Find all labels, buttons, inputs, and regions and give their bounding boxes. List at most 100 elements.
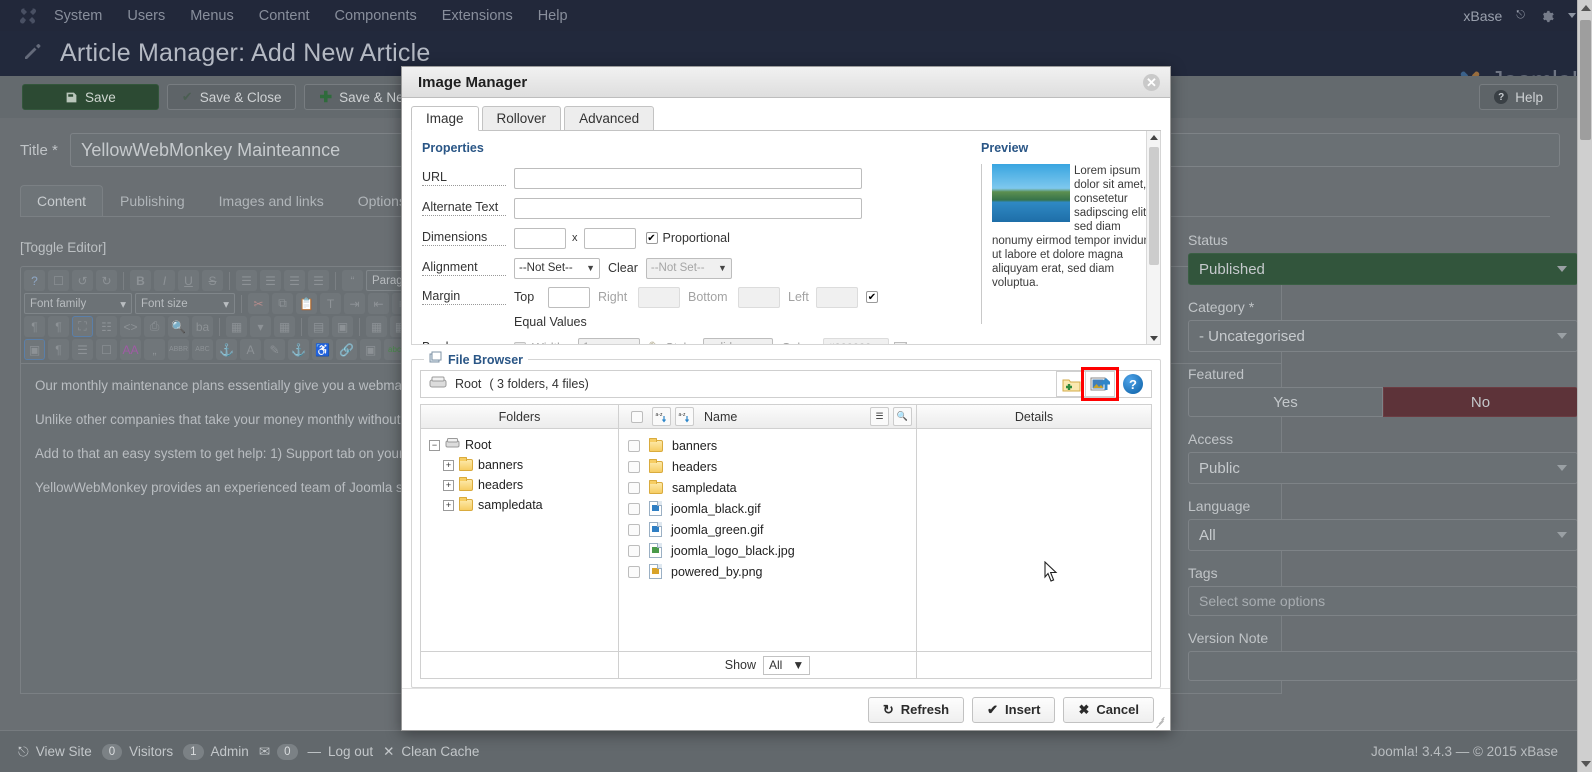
view-site-link[interactable]: ⎋ View Site xyxy=(18,744,92,760)
outdent-icon[interactable]: ⇤ xyxy=(368,293,389,314)
admin-status[interactable]: 1 Admin xyxy=(183,743,249,760)
thumbnail-view-icon[interactable]: 🔍 xyxy=(893,407,912,427)
row-checkbox[interactable] xyxy=(628,481,640,494)
path-root-label[interactable]: Root xyxy=(455,377,481,391)
row-checkbox[interactable] xyxy=(628,460,640,473)
tab-advanced[interactable]: Advanced xyxy=(564,106,655,132)
menu-item-help[interactable]: Help xyxy=(538,8,568,24)
tree-item-headers[interactable]: + headers xyxy=(421,475,618,495)
language-select[interactable]: All xyxy=(1188,519,1578,551)
align-left-icon[interactable]: ☰ xyxy=(260,270,281,291)
show-select[interactable]: All ▼ xyxy=(763,655,811,675)
font-size-select[interactable]: Font size ▾ xyxy=(135,293,235,314)
margin-bottom-input[interactable] xyxy=(738,286,780,308)
dimensions-width-input[interactable] xyxy=(514,227,566,249)
text-color-icon[interactable]: AA xyxy=(120,339,141,360)
link-icon[interactable]: 🔗 xyxy=(336,339,357,360)
margin-right-input[interactable] xyxy=(638,286,680,308)
row-checkbox[interactable] xyxy=(628,523,640,536)
alignment-select[interactable]: --Not Set-- ▼ xyxy=(514,257,600,279)
tab-image[interactable]: Image xyxy=(411,106,479,132)
paste-as-text-icon[interactable]: T xyxy=(320,293,341,314)
copy-icon[interactable]: ⧉ xyxy=(272,293,293,314)
page-scrollbar[interactable] xyxy=(1577,0,1592,772)
cut-icon[interactable]: ✂ xyxy=(248,293,269,314)
clear-select[interactable]: --Not Set-- ▼ xyxy=(645,257,732,279)
show-blocks-icon[interactable]: ▣ xyxy=(24,339,45,360)
tree-item-sampledata[interactable]: + sampledata xyxy=(421,495,618,515)
scroll-down-icon[interactable] xyxy=(1581,761,1591,767)
list-item[interactable]: joomla_green.gif xyxy=(619,519,916,540)
menu-item-system[interactable]: System xyxy=(54,8,102,24)
messages-status[interactable]: ✉ 0 xyxy=(259,743,298,760)
table-options-icon[interactable]: ▾ xyxy=(250,316,271,337)
row-checkbox[interactable] xyxy=(628,502,640,515)
scroll-up-icon[interactable] xyxy=(1581,5,1591,11)
abbreviation-icon[interactable]: ABBR xyxy=(168,339,189,360)
unlink-icon[interactable]: ♿ xyxy=(312,339,333,360)
resize-grip[interactable] xyxy=(1155,716,1167,729)
help-button[interactable]: ? Help xyxy=(1479,84,1558,110)
status-select[interactable]: Published xyxy=(1188,253,1578,285)
italic-icon[interactable]: I xyxy=(154,270,175,291)
anchor-icon[interactable]: A xyxy=(240,339,261,360)
border-colour-input[interactable]: #000000 xyxy=(823,337,890,345)
font-family-select[interactable]: Font family ▾ xyxy=(24,293,132,314)
joomla-logo-icon[interactable] xyxy=(18,6,38,26)
show-invisible-icon[interactable]: ¶ xyxy=(48,339,69,360)
close-icon[interactable]: ✕ xyxy=(1143,73,1160,91)
print-icon[interactable]: ⎙ xyxy=(144,316,165,337)
tab-rollover[interactable]: Rollover xyxy=(481,106,562,132)
site-name-label[interactable]: xBase xyxy=(1463,8,1502,24)
save-close-button[interactable]: ✔ Save & Close xyxy=(166,84,297,110)
source-code-icon[interactable]: <> xyxy=(120,316,141,337)
margin-top-input[interactable] xyxy=(548,286,590,308)
row-checkbox[interactable] xyxy=(628,439,640,452)
version-note-input[interactable] xyxy=(1188,651,1578,681)
tree-item-root[interactable]: − Root xyxy=(421,435,618,455)
ltr-icon[interactable]: ¶ xyxy=(24,316,45,337)
border-width-checkbox[interactable] xyxy=(514,342,526,345)
template-icon[interactable]: ☷ xyxy=(96,316,117,337)
tab-images-and-links[interactable]: Images and links xyxy=(202,185,341,217)
editor-help-icon[interactable]: ? xyxy=(24,270,45,291)
new-folder-icon[interactable] xyxy=(1056,371,1086,398)
scrollbar-thumb[interactable] xyxy=(1149,147,1159,266)
list-item[interactable]: banners xyxy=(619,435,916,456)
expand-icon[interactable]: + xyxy=(443,499,454,511)
border-width-select[interactable]: 1 ▼ xyxy=(578,337,640,345)
category-select[interactable]: - Uncategorised xyxy=(1188,320,1578,352)
search-replace-icon[interactable]: 🔍 xyxy=(168,316,189,337)
sort-az-icon[interactable]: a-z xyxy=(652,407,671,427)
list-item[interactable]: joomla_black.gif xyxy=(619,498,916,519)
tags-input[interactable]: Select some options xyxy=(1188,586,1578,616)
tree-item-banners[interactable]: + banners xyxy=(421,455,618,475)
quote-icon[interactable]: „ xyxy=(144,339,165,360)
page-break-icon[interactable]: ☰ xyxy=(72,339,93,360)
help-icon[interactable]: ? xyxy=(1123,374,1143,395)
table-row-props-icon[interactable]: ▤ xyxy=(308,316,329,337)
refresh-button[interactable]: ↻ Refresh xyxy=(867,696,965,723)
menu-item-users[interactable]: Users xyxy=(127,8,165,24)
align-center-icon[interactable]: ☰ xyxy=(284,270,305,291)
collapse-icon[interactable]: − xyxy=(429,439,440,451)
edit-table-icon[interactable]: ▦ xyxy=(226,316,247,337)
insert-button[interactable]: ✔ Insert xyxy=(972,696,1056,723)
insert-edit-icon[interactable]: ✎ xyxy=(264,339,285,360)
new-document-icon[interactable]: ☐ xyxy=(48,270,69,291)
rtl-icon[interactable]: ¶ xyxy=(48,316,69,337)
properties-scrollbar[interactable] xyxy=(1146,131,1160,345)
gear-icon[interactable] xyxy=(1539,8,1554,23)
insert-image-icon[interactable]: ▣ xyxy=(360,339,381,360)
featured-yes-button[interactable]: Yes xyxy=(1188,387,1383,417)
acronym-icon[interactable]: ABC xyxy=(192,339,213,360)
tab-content[interactable]: Content xyxy=(20,185,104,217)
underline-icon[interactable]: U xyxy=(178,270,199,291)
tab-publishing[interactable]: Publishing xyxy=(103,185,202,217)
blockquote-icon[interactable]: “ xyxy=(342,270,363,291)
upload-image-icon[interactable] xyxy=(1081,367,1119,402)
list-item[interactable]: headers xyxy=(619,456,916,477)
dimensions-height-input[interactable] xyxy=(583,227,636,249)
save-button[interactable]: Save xyxy=(22,84,159,110)
paste-icon[interactable]: 📋 xyxy=(296,293,317,314)
